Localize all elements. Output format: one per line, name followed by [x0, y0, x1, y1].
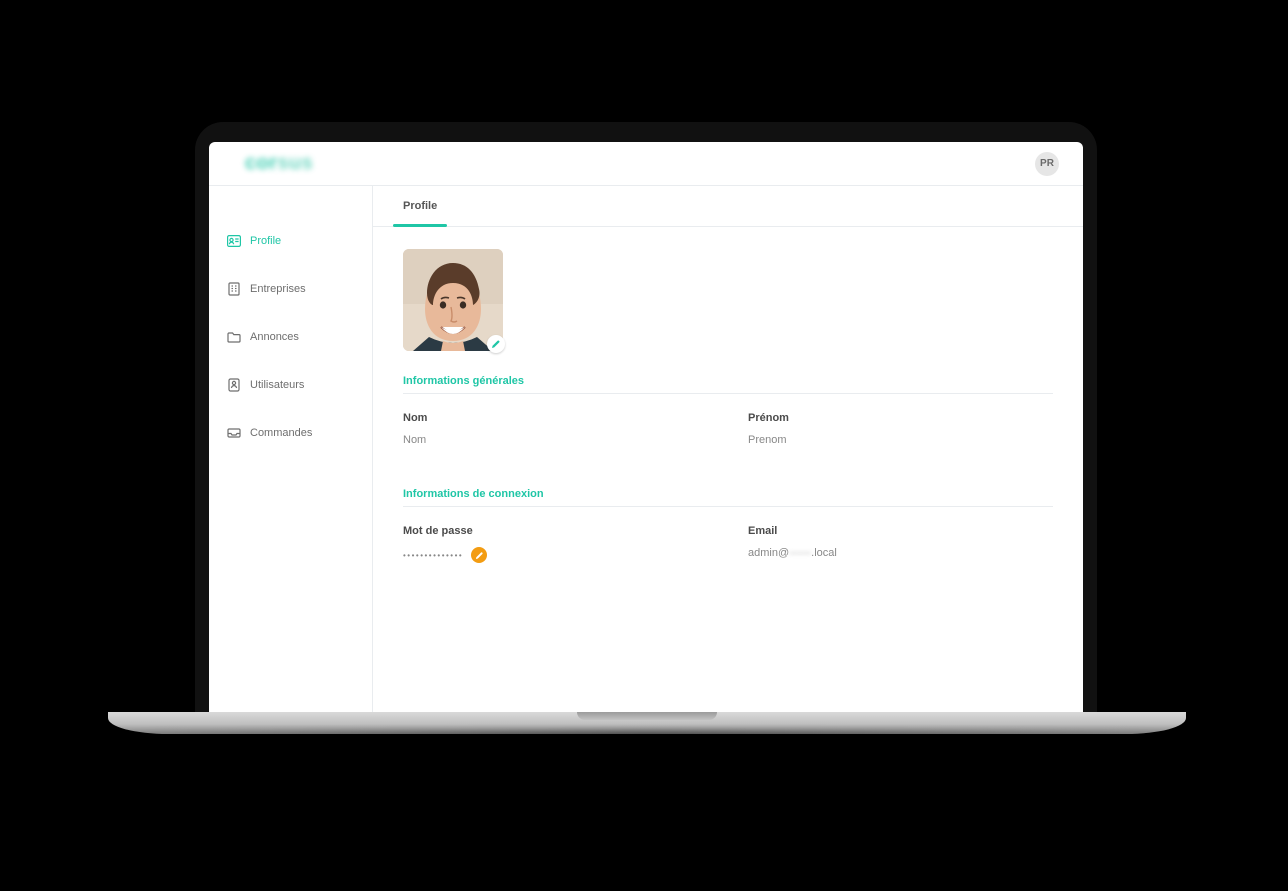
sidebar: Profile Entreprises: [209, 186, 373, 712]
profile-card-icon: [227, 234, 241, 248]
sidebar-item-profile[interactable]: Profile: [209, 224, 372, 258]
building-icon: [227, 282, 241, 296]
tab-profile[interactable]: Profile: [403, 186, 437, 226]
sidebar-item-commandes[interactable]: Commandes: [209, 416, 372, 450]
users-list-icon: [227, 378, 241, 392]
tabs: Profile: [373, 186, 1083, 227]
nom-value: Nom: [403, 434, 708, 446]
header: corsus PR: [209, 142, 1083, 186]
sidebar-item-annonces[interactable]: Annonces: [209, 320, 372, 354]
sidebar-item-entreprises[interactable]: Entreprises: [209, 272, 372, 306]
section-general-title: Informations générales: [403, 369, 1053, 394]
sidebar-item-label: Commandes: [250, 427, 312, 439]
logo: corsus: [245, 152, 313, 175]
profile-photo-container: [403, 249, 503, 351]
prenom-value: Prenom: [748, 434, 1053, 446]
email-value: admin@——.local: [748, 547, 1053, 559]
nom-label: Nom: [403, 412, 708, 424]
sidebar-item-label: Profile: [250, 235, 281, 247]
prenom-label: Prénom: [748, 412, 1053, 424]
edit-password-button[interactable]: [471, 547, 487, 563]
edit-photo-button[interactable]: [487, 335, 505, 353]
sidebar-item-utilisateurs[interactable]: Utilisateurs: [209, 368, 372, 402]
password-label: Mot de passe: [403, 525, 708, 537]
email-label: Email: [748, 525, 1053, 537]
sidebar-item-label: Entreprises: [250, 283, 306, 295]
sidebar-item-label: Annonces: [250, 331, 299, 343]
profile-photo: [403, 249, 503, 351]
section-connection-title: Informations de connexion: [403, 482, 1053, 507]
folder-icon: [227, 330, 241, 344]
password-mask: ••••••••••••••: [403, 551, 463, 560]
inbox-icon: [227, 426, 241, 440]
user-avatar-badge[interactable]: PR: [1035, 152, 1059, 176]
sidebar-item-label: Utilisateurs: [250, 379, 304, 391]
content: Informations générales Nom Nom Prénom Pr…: [373, 227, 1083, 712]
